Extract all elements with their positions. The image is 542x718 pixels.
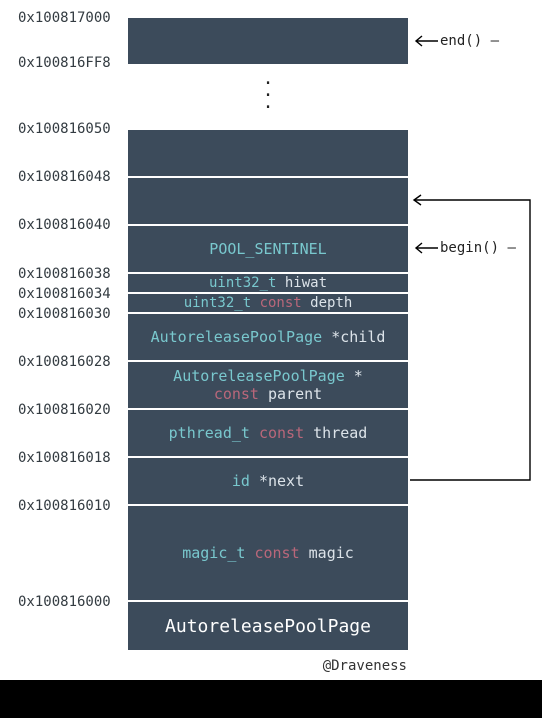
diagram: 0x100817000 0x100816FF8 ... 0x100816050 … (0, 0, 542, 718)
bottom-bar (0, 680, 542, 718)
arrow-next-pointer (0, 0, 542, 718)
credit: @Draveness (323, 658, 407, 674)
